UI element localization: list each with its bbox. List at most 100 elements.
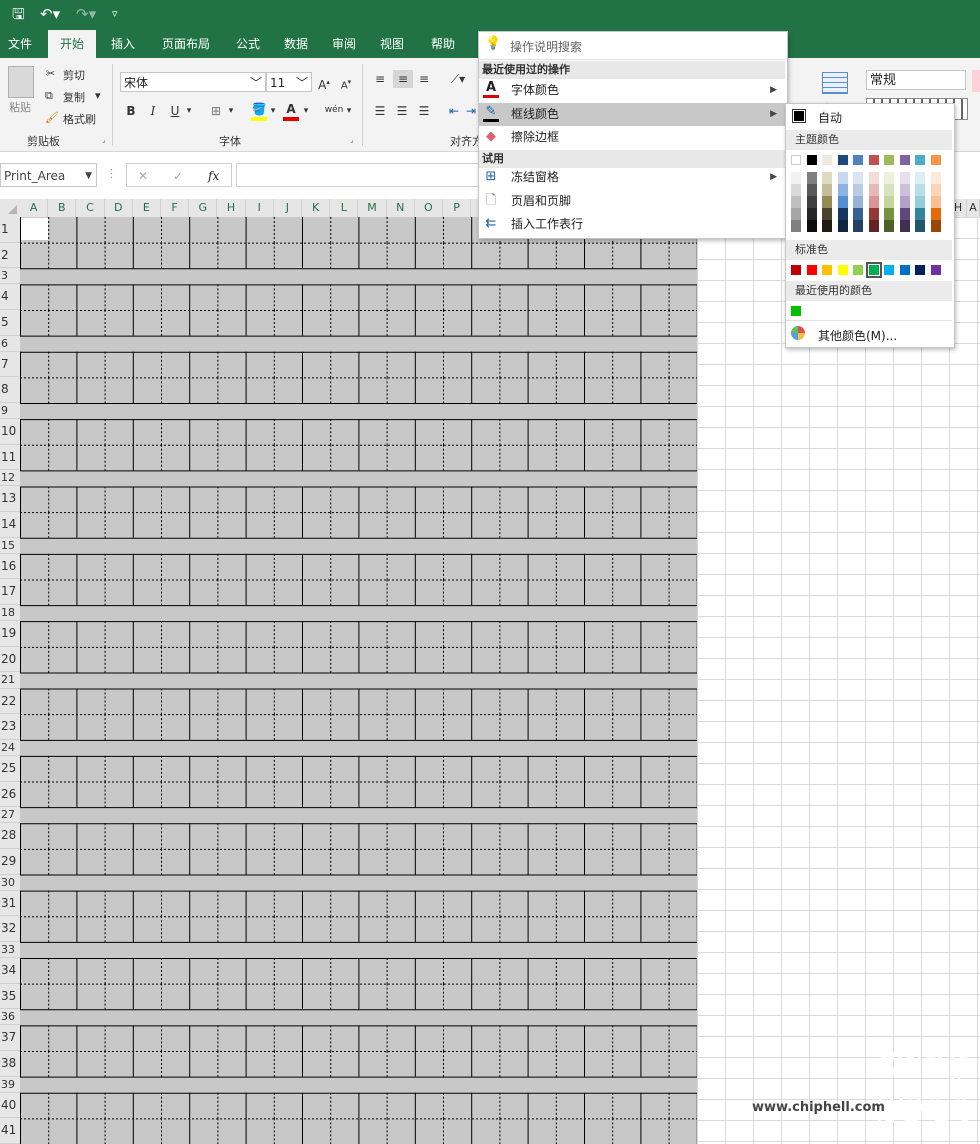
column-header[interactable]: N — [387, 199, 415, 217]
conditional-format-icon[interactable] — [820, 70, 850, 96]
row-header[interactable]: 39 — [0, 1076, 20, 1093]
row-header[interactable]: 31 — [0, 890, 20, 917]
standard-color-swatch[interactable] — [806, 265, 817, 275]
theme-shade-swatch[interactable] — [806, 196, 817, 208]
standard-color-swatch[interactable] — [791, 265, 801, 275]
row-header[interactable]: 20 — [0, 646, 20, 673]
theme-shade-swatch[interactable] — [868, 184, 879, 196]
row-header[interactable]: 37 — [0, 1025, 20, 1051]
theme-shade-swatch[interactable] — [915, 184, 925, 196]
theme-shade-swatch[interactable] — [899, 220, 910, 232]
menu-item-freeze-panes[interactable]: ⊞ 冻结窗格 ▶ — [479, 166, 785, 189]
theme-shade-swatch[interactable] — [868, 196, 879, 208]
more-colors-button[interactable]: 其他颜色(M)... — [786, 322, 952, 346]
paste-icon[interactable] — [8, 66, 34, 98]
insert-function-icon[interactable]: fx — [208, 164, 219, 188]
theme-color-swatch[interactable] — [853, 155, 863, 165]
worksheet-grid[interactable] — [697, 217, 980, 1144]
cut-button[interactable]: 剪切 — [63, 67, 85, 83]
column-header[interactable]: M — [358, 199, 387, 217]
phonetic-dropdown-icon[interactable]: ▾ — [344, 102, 354, 120]
theme-shade-swatch[interactable] — [884, 172, 894, 184]
theme-shade-swatch[interactable] — [930, 196, 941, 208]
row-header[interactable]: 41 — [0, 1118, 20, 1144]
theme-shade-swatch[interactable] — [853, 196, 863, 208]
row-header[interactable]: 18 — [0, 605, 20, 622]
theme-shade-swatch[interactable] — [806, 184, 817, 196]
theme-shade-swatch[interactable] — [853, 184, 863, 196]
print-area-range[interactable] — [20, 217, 698, 1144]
align-center-icon[interactable]: ☰ — [394, 102, 410, 120]
theme-shade-swatch[interactable] — [930, 172, 941, 184]
theme-shade-swatch[interactable] — [837, 208, 848, 220]
row-header[interactable]: 36 — [0, 1009, 20, 1026]
column-header[interactable]: B — [48, 199, 77, 217]
theme-shade-swatch[interactable] — [899, 208, 910, 220]
theme-shade-swatch[interactable] — [868, 208, 879, 220]
theme-shade-swatch[interactable] — [915, 220, 925, 232]
row-header[interactable]: 16 — [0, 553, 20, 580]
row-header[interactable]: 17 — [0, 579, 20, 606]
theme-shade-swatch[interactable] — [822, 172, 832, 184]
underline-dropdown-icon[interactable]: ▾ — [184, 102, 194, 120]
theme-shade-swatch[interactable] — [899, 184, 910, 196]
theme-shade-swatch[interactable] — [791, 220, 801, 232]
standard-color-swatch[interactable] — [884, 265, 894, 275]
align-right-icon[interactable]: ☰ — [416, 102, 432, 120]
row-header[interactable]: 4 — [0, 284, 20, 310]
theme-color-swatch[interactable] — [930, 155, 941, 165]
menu-item-header-footer[interactable]: 🗋 页眉和页脚 — [479, 190, 785, 213]
column-header[interactable]: C — [76, 199, 105, 217]
theme-shade-swatch[interactable] — [837, 196, 848, 208]
row-header[interactable]: 35 — [0, 983, 20, 1010]
row-header[interactable]: 38 — [0, 1050, 20, 1077]
standard-color-swatch[interactable] — [853, 265, 863, 275]
theme-shade-swatch[interactable] — [822, 208, 832, 220]
theme-shade-swatch[interactable] — [884, 184, 894, 196]
ribbon-tab[interactable]: 帮助 — [418, 30, 468, 58]
row-header[interactable]: 12 — [0, 470, 20, 487]
decrease-indent-icon[interactable]: ⇤ — [446, 102, 462, 120]
row-header[interactable]: 26 — [0, 781, 20, 808]
theme-color-swatch[interactable] — [822, 155, 832, 165]
copy-dropdown-icon[interactable]: ▾ — [95, 89, 101, 102]
row-header[interactable]: 40 — [0, 1092, 20, 1119]
row-header[interactable]: 33 — [0, 941, 20, 958]
theme-shade-swatch[interactable] — [853, 172, 863, 184]
theme-color-swatch[interactable] — [837, 155, 848, 165]
name-box[interactable]: Print_Area ▼ — [0, 163, 97, 187]
border-icon[interactable]: ⊞ — [207, 102, 225, 120]
undo-icon[interactable]: ↶▾ — [40, 4, 60, 24]
row-header[interactable]: 34 — [0, 957, 20, 984]
number-format-combo[interactable]: 常规 — [866, 70, 966, 90]
theme-shade-swatch[interactable] — [884, 220, 894, 232]
row-header[interactable]: 11 — [0, 444, 20, 471]
border-dropdown-icon[interactable]: ▾ — [226, 102, 236, 120]
orientation-icon[interactable]: ⟋▾ — [446, 70, 470, 88]
theme-color-swatch[interactable] — [899, 155, 910, 165]
menu-item-font-color[interactable]: A 字体颜色 ▶ — [479, 79, 785, 102]
ribbon-tab[interactable]: 公式 — [225, 30, 271, 58]
row-header[interactable]: 25 — [0, 755, 20, 782]
column-header[interactable]: K — [302, 199, 331, 217]
row-header[interactable]: 14 — [0, 512, 20, 538]
align-middle-icon[interactable]: ≡ — [393, 70, 413, 88]
theme-color-swatch[interactable] — [884, 155, 894, 165]
theme-color-swatch[interactable] — [791, 155, 801, 165]
row-header[interactable]: 29 — [0, 848, 20, 875]
copy-button[interactable]: 复制 — [63, 89, 85, 105]
theme-shade-swatch[interactable] — [915, 208, 925, 220]
tell-me-search-box[interactable]: 💡 操作说明搜索 — [479, 32, 785, 60]
paste-button[interactable]: 粘贴 — [9, 99, 31, 115]
row-header[interactable]: 2 — [0, 242, 20, 269]
ribbon-tab[interactable]: 数据 — [273, 30, 319, 58]
theme-shade-swatch[interactable] — [853, 220, 863, 232]
cancel-icon[interactable]: ✕ — [138, 164, 148, 188]
theme-shade-swatch[interactable] — [884, 196, 894, 208]
select-all-corner[interactable] — [0, 199, 20, 217]
theme-shade-swatch[interactable] — [822, 220, 832, 232]
row-header[interactable]: 13 — [0, 486, 20, 513]
italic-button[interactable]: I — [145, 102, 161, 120]
standard-color-swatch[interactable] — [915, 265, 925, 275]
theme-shade-swatch[interactable] — [853, 208, 863, 220]
